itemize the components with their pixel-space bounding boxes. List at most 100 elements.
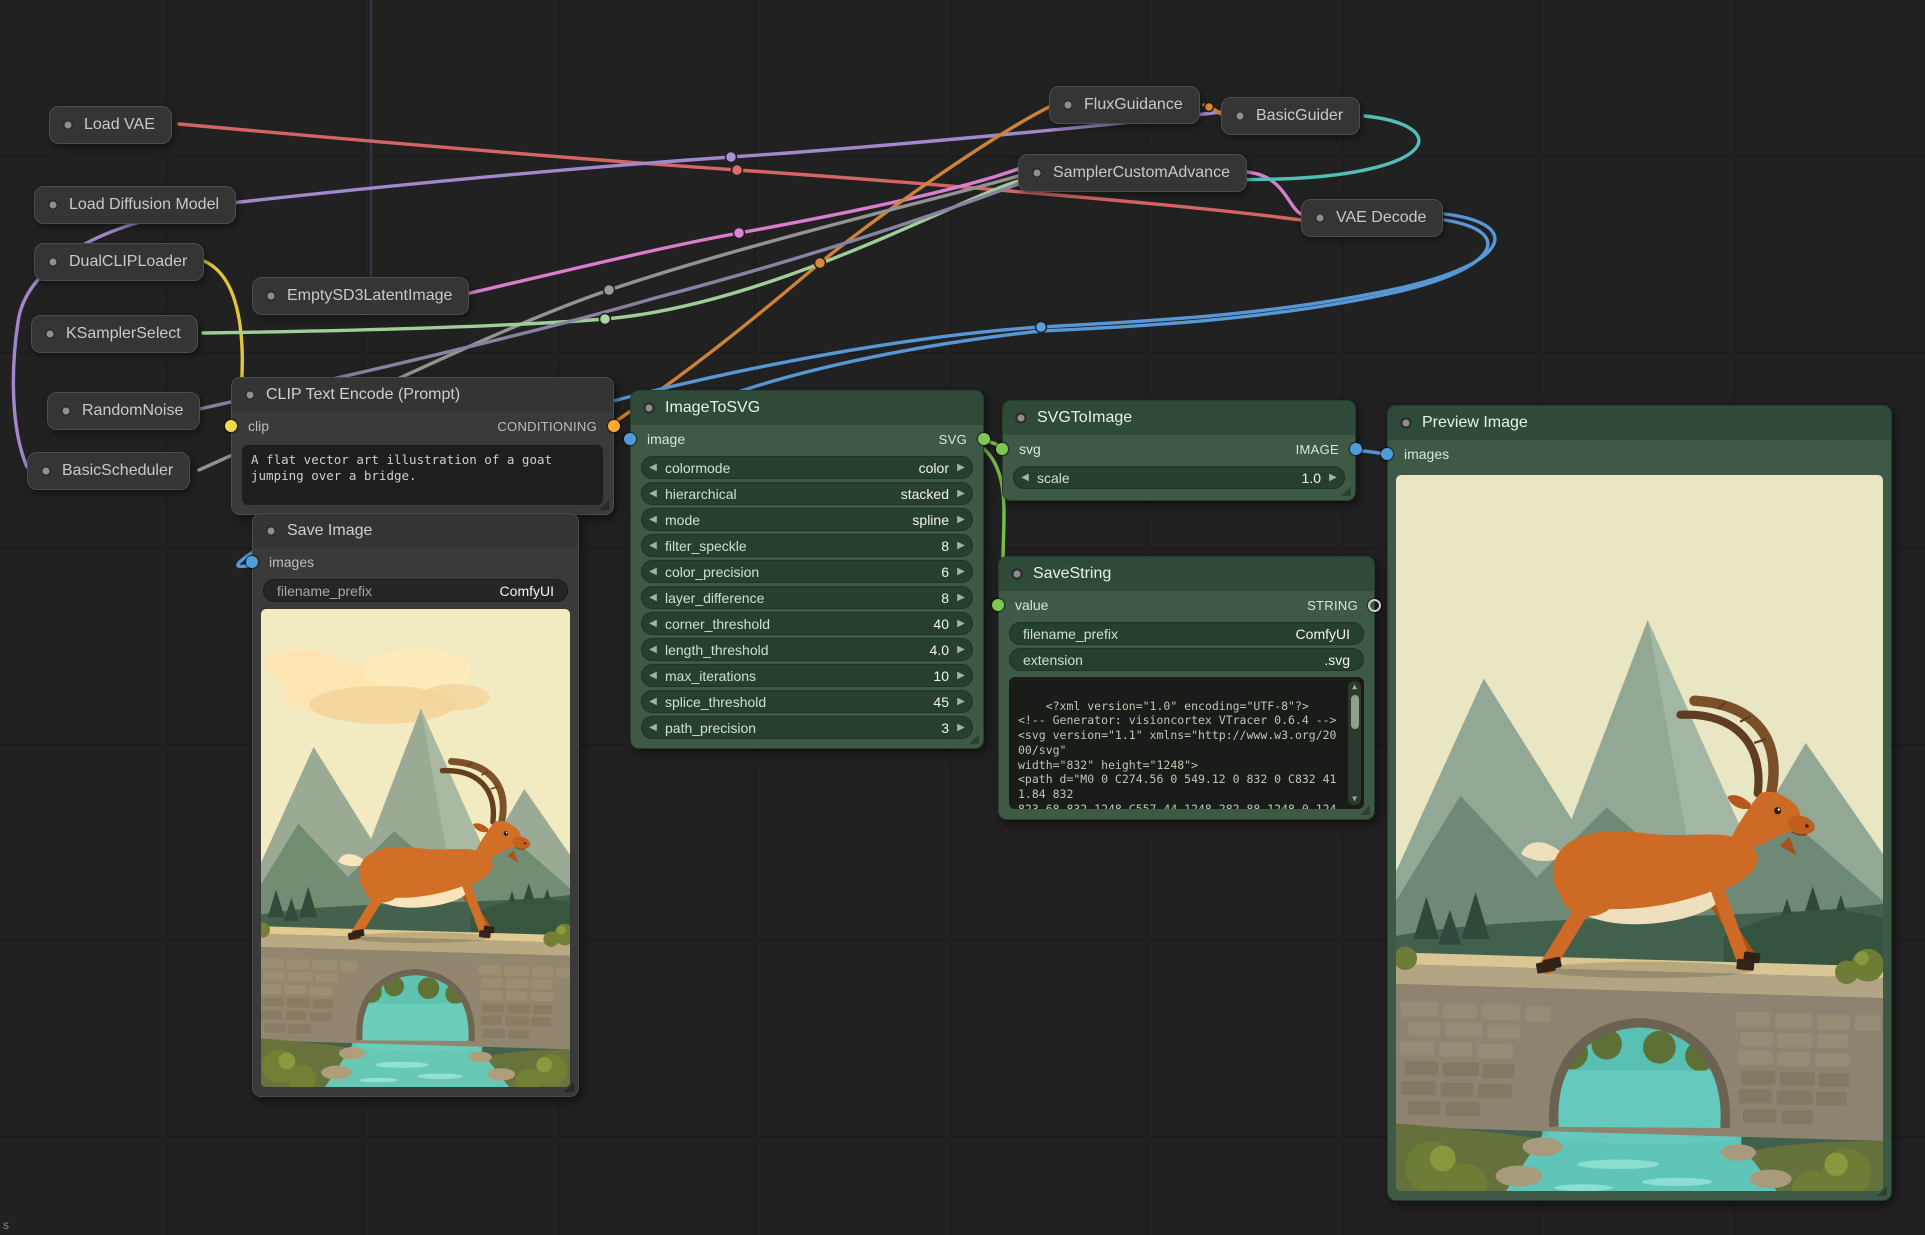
- increment-arrow-icon[interactable]: [951, 638, 971, 661]
- node-save-string[interactable]: SaveString value STRING filename_prefixC…: [998, 556, 1375, 820]
- decrement-arrow-icon[interactable]: [1015, 466, 1035, 489]
- socket-images-input[interactable]: [1381, 448, 1393, 460]
- socket-conditioning-output[interactable]: [608, 420, 620, 432]
- collapse-dot-icon[interactable]: [643, 402, 655, 414]
- node-preview-image[interactable]: Preview Image images: [1387, 405, 1892, 1201]
- reroute-dot[interactable]: [1036, 322, 1047, 333]
- node-basicscheduler[interactable]: BasicScheduler: [27, 452, 190, 490]
- collapse-dot-icon[interactable]: [1234, 110, 1246, 122]
- field-extension[interactable]: extension.svg: [1009, 648, 1364, 671]
- node-randomnoise[interactable]: RandomNoise: [47, 392, 200, 430]
- decrement-arrow-icon[interactable]: [643, 690, 663, 713]
- increment-arrow-icon[interactable]: [951, 612, 971, 635]
- node-samplercustomadvance[interactable]: SamplerCustomAdvance: [1018, 154, 1247, 192]
- collapse-dot-icon[interactable]: [62, 119, 74, 131]
- node-ksamplerselect[interactable]: KSamplerSelect: [31, 315, 198, 353]
- socket-string-output[interactable]: [1368, 599, 1381, 612]
- node-clip-text-encode[interactable]: CLIP Text Encode (Prompt) clip CONDITION…: [231, 377, 614, 515]
- scrollbar[interactable]: ▲ ▼: [1348, 681, 1361, 805]
- collapse-dot-icon[interactable]: [265, 290, 277, 302]
- decrement-arrow-icon[interactable]: [643, 664, 663, 687]
- decrement-arrow-icon[interactable]: [643, 612, 663, 635]
- widget-splice-threshold[interactable]: splice_threshold45: [641, 690, 973, 713]
- node-header[interactable]: SaveString: [999, 557, 1374, 591]
- reroute-dot[interactable]: [604, 285, 615, 296]
- node-basicguider[interactable]: BasicGuider: [1221, 97, 1360, 135]
- node-svg-to-image[interactable]: SVGToImage svg IMAGE scale1.0: [1002, 400, 1356, 501]
- socket-value-input[interactable]: [992, 599, 1004, 611]
- widget-hierarchical[interactable]: hierarchicalstacked: [641, 482, 973, 505]
- node-load-diffusion-model[interactable]: Load Diffusion Model: [34, 186, 236, 224]
- increment-arrow-icon[interactable]: [951, 586, 971, 609]
- collapse-dot-icon[interactable]: [265, 525, 277, 537]
- widget-corner-threshold[interactable]: corner_threshold40: [641, 612, 973, 635]
- decrement-arrow-icon[interactable]: [643, 456, 663, 479]
- widget-filter-speckle[interactable]: filter_speckle8: [641, 534, 973, 557]
- collapse-dot-icon[interactable]: [40, 465, 52, 477]
- widget-max-iterations[interactable]: max_iterations10: [641, 664, 973, 687]
- svg-output-textarea[interactable]: <?xml version="1.0" encoding="UTF-8"?> <…: [1009, 677, 1364, 809]
- widget-path-precision[interactable]: path_precision3: [641, 716, 973, 739]
- decrement-arrow-icon[interactable]: [643, 508, 663, 531]
- decrement-arrow-icon[interactable]: [643, 716, 663, 739]
- reroute-dot[interactable]: [726, 152, 737, 163]
- node-load-vae[interactable]: Load VAE: [49, 106, 172, 144]
- collapse-dot-icon[interactable]: [1031, 167, 1043, 179]
- increment-arrow-icon[interactable]: [1323, 466, 1343, 489]
- increment-arrow-icon[interactable]: [951, 482, 971, 505]
- collapse-dot-icon[interactable]: [1011, 568, 1023, 580]
- socket-image-output[interactable]: [1350, 443, 1362, 455]
- collapse-dot-icon[interactable]: [60, 405, 72, 417]
- widget-mode[interactable]: modespline: [641, 508, 973, 531]
- node-emptysd3latentimage[interactable]: EmptySD3LatentImage: [252, 277, 469, 315]
- socket-image-input[interactable]: [624, 433, 636, 445]
- collapse-dot-icon[interactable]: [1062, 99, 1074, 111]
- decrement-arrow-icon[interactable]: [643, 586, 663, 609]
- graph-canvas[interactable]: Load VAE Load Diffusion Model DualCLIPLo…: [0, 0, 1925, 1235]
- widget-length-threshold[interactable]: length_threshold4.0: [641, 638, 973, 661]
- collapse-dot-icon[interactable]: [47, 256, 59, 268]
- node-save-image[interactable]: Save Image images filename_prefixComfyUI: [252, 513, 579, 1097]
- socket-svg-input[interactable]: [996, 443, 1008, 455]
- reroute-dot[interactable]: [815, 258, 826, 269]
- increment-arrow-icon[interactable]: [951, 690, 971, 713]
- scrollbar-thumb[interactable]: [1351, 695, 1359, 729]
- widget-scale[interactable]: scale1.0: [1013, 466, 1345, 489]
- increment-arrow-icon[interactable]: [951, 560, 971, 583]
- node-vae-decode[interactable]: VAE Decode: [1301, 199, 1443, 237]
- increment-arrow-icon[interactable]: [951, 534, 971, 557]
- node-header[interactable]: Preview Image: [1388, 406, 1891, 440]
- field-filename-prefix[interactable]: filename_prefixComfyUI: [263, 579, 568, 602]
- increment-arrow-icon[interactable]: [951, 508, 971, 531]
- reroute-dot[interactable]: [734, 228, 745, 239]
- increment-arrow-icon[interactable]: [951, 716, 971, 739]
- collapse-dot-icon[interactable]: [44, 328, 56, 340]
- scroll-up-icon[interactable]: ▲: [1352, 683, 1357, 691]
- reroute-dot[interactable]: [1205, 103, 1214, 112]
- socket-clip-input[interactable]: [225, 420, 237, 432]
- scroll-down-icon[interactable]: ▼: [1352, 795, 1357, 803]
- collapse-dot-icon[interactable]: [1015, 412, 1027, 424]
- reroute-dot[interactable]: [600, 314, 611, 325]
- field-filename-prefix[interactable]: filename_prefixComfyUI: [1009, 622, 1364, 645]
- node-header[interactable]: Save Image: [253, 514, 578, 548]
- node-header[interactable]: SVGToImage: [1003, 401, 1355, 435]
- collapse-dot-icon[interactable]: [244, 389, 256, 401]
- node-header[interactable]: ImageToSVG: [631, 391, 983, 425]
- widget-color-precision[interactable]: color_precision6: [641, 560, 973, 583]
- decrement-arrow-icon[interactable]: [643, 534, 663, 557]
- prompt-textarea[interactable]: A flat vector art illustration of a goat…: [242, 445, 603, 505]
- increment-arrow-icon[interactable]: [951, 664, 971, 687]
- widget-colormode[interactable]: colormodecolor: [641, 456, 973, 479]
- decrement-arrow-icon[interactable]: [643, 482, 663, 505]
- increment-arrow-icon[interactable]: [951, 456, 971, 479]
- collapse-dot-icon[interactable]: [47, 199, 59, 211]
- decrement-arrow-icon[interactable]: [643, 560, 663, 583]
- widget-layer-difference[interactable]: layer_difference8: [641, 586, 973, 609]
- node-dualcliploader[interactable]: DualCLIPLoader: [34, 243, 204, 281]
- socket-svg-output[interactable]: [978, 433, 990, 445]
- collapse-dot-icon[interactable]: [1314, 212, 1326, 224]
- node-image-to-svg[interactable]: ImageToSVG image SVG colormodecolor hier…: [630, 390, 984, 749]
- node-fluxguidance[interactable]: FluxGuidance: [1049, 86, 1200, 124]
- node-header[interactable]: CLIP Text Encode (Prompt): [232, 378, 613, 412]
